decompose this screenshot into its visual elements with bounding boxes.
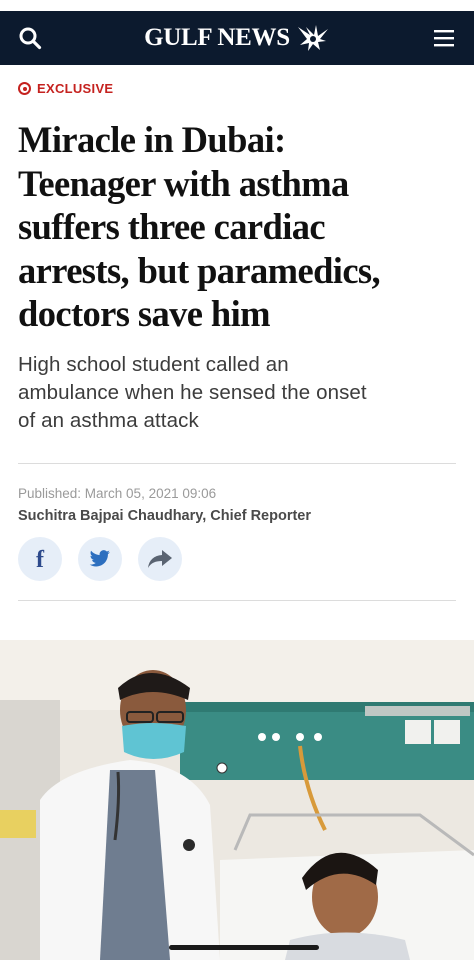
headline-line: Miracle in Dubai: xyxy=(18,119,286,160)
brand-name: GULF NEWS xyxy=(144,24,290,51)
menu-button[interactable] xyxy=(429,23,459,53)
home-indicator xyxy=(169,945,319,950)
subhead-line: ambulance when he sensed the onset xyxy=(18,381,367,404)
exclusive-label: EXCLUSIVE xyxy=(37,81,114,96)
headline-line: suffers three cardiac xyxy=(18,206,326,247)
facebook-icon: f xyxy=(36,546,44,573)
article-subheadline: High school student called an ambulance … xyxy=(18,351,458,435)
subhead-line: of an asthma attack xyxy=(18,409,199,432)
photo-illustration xyxy=(0,640,474,960)
share-arrow-icon xyxy=(148,550,172,568)
hamburger-menu-icon xyxy=(433,30,454,47)
exclusive-dot-icon xyxy=(18,82,31,95)
subhead-line: High school student called an xyxy=(18,353,289,376)
published-date: Published: March 05, 2021 09:06 xyxy=(18,486,217,501)
exclusive-tag[interactable]: EXCLUSIVE xyxy=(18,81,113,96)
brand-logo[interactable]: GULF NEWS xyxy=(144,23,330,53)
status-bar-strip xyxy=(0,0,474,11)
facebook-share-button[interactable]: f xyxy=(18,537,62,581)
divider-top xyxy=(18,463,456,464)
share-button[interactable] xyxy=(138,537,182,581)
twitter-icon xyxy=(89,550,110,567)
headline-line: Teenager with asthma xyxy=(18,162,349,204)
search-button[interactable] xyxy=(15,23,45,53)
author-byline[interactable]: Suchitra Bajpai Chaudhary, Chief Reporte… xyxy=(18,508,311,524)
twitter-share-button[interactable] xyxy=(78,537,122,581)
divider-bottom xyxy=(18,600,456,601)
search-icon xyxy=(19,27,42,50)
article-headline: Miracle in Dubai: Teenager with asthma s… xyxy=(18,118,458,336)
article-photo[interactable] xyxy=(0,640,474,960)
headline-line: doctors save him xyxy=(18,293,271,334)
headline-line: arrests, but paramedics, xyxy=(18,249,381,291)
falcon-logo-icon xyxy=(297,25,328,51)
site-header: GULF NEWS xyxy=(0,11,474,65)
